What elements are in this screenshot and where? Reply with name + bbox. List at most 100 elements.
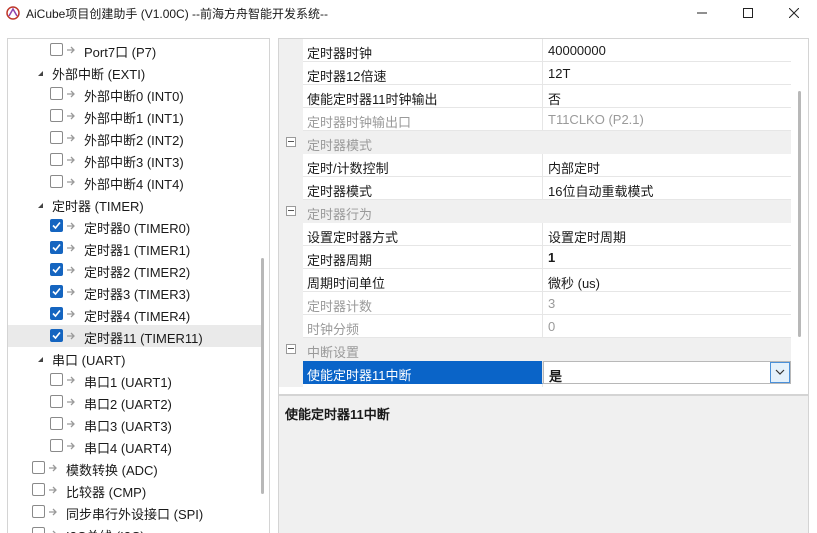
checkbox[interactable]: [50, 153, 63, 166]
property-name[interactable]: 使能定时器11中断: [303, 361, 543, 384]
property-value[interactable]: 0: [543, 315, 791, 338]
checkbox[interactable]: [32, 483, 45, 496]
property-row[interactable]: 定时器计数 3: [279, 292, 791, 315]
grid-scrollbar-thumb[interactable]: [798, 91, 801, 337]
checkbox[interactable]: [32, 461, 45, 474]
property-row[interactable]: 定时器周期 1: [279, 246, 791, 269]
checkbox-checked[interactable]: [50, 285, 63, 298]
property-row[interactable]: 定时/计数控制 内部定时: [279, 154, 791, 177]
tree-item[interactable]: 定时器4 (TIMER4): [8, 303, 261, 325]
property-row[interactable]: 定时器12倍速 12T: [279, 62, 791, 85]
checkbox[interactable]: [32, 527, 45, 533]
property-value[interactable]: 微秒 (us): [543, 269, 791, 292]
property-value[interactable]: 12T: [543, 62, 791, 85]
checkbox[interactable]: [32, 505, 45, 518]
tree-scrollbar[interactable]: [259, 38, 266, 533]
expand-caret-icon[interactable]: [36, 67, 46, 77]
tree-item[interactable]: 定时器0 (TIMER0): [8, 215, 261, 237]
property-value[interactable]: 16位自动重载模式: [543, 177, 791, 200]
tree-item[interactable]: 定时器1 (TIMER1): [8, 237, 261, 259]
tree-item[interactable]: 串口 (UART): [8, 347, 261, 369]
tree-item[interactable]: 模数转换 (ADC): [8, 457, 261, 479]
property-name[interactable]: 定时/计数控制: [303, 154, 543, 177]
checkbox[interactable]: [50, 417, 63, 430]
property-row[interactable]: 使能定时器11时钟输出否: [279, 85, 791, 108]
property-name[interactable]: 定时器12倍速: [303, 62, 543, 85]
property-value-dropdown[interactable]: 是: [543, 361, 791, 384]
checkbox[interactable]: [50, 43, 63, 56]
property-value[interactable]: 否: [543, 85, 791, 108]
property-row[interactable]: 定时器时钟输出口 T11CLKO (P2.1): [279, 108, 791, 131]
property-row[interactable]: 设置定时器方式 设置定时周期: [279, 223, 791, 246]
checkbox-checked[interactable]: [50, 263, 63, 276]
property-category[interactable]: 定时器模式: [279, 131, 791, 154]
property-name[interactable]: 定时器时钟输出口: [303, 108, 543, 131]
tree-item[interactable]: 外部中断2 (INT2): [8, 127, 261, 149]
tree-item[interactable]: 外部中断1 (INT1): [8, 105, 261, 127]
property-row[interactable]: 周期时间单位 微秒 (us): [279, 269, 791, 292]
checkbox[interactable]: [50, 373, 63, 386]
tree-scrollbar-thumb[interactable]: [261, 258, 264, 494]
collapse-icon[interactable]: [286, 344, 296, 354]
tree-item[interactable]: 串口4 (UART4): [8, 435, 261, 457]
property-row[interactable]: 时钟分频 0: [279, 315, 791, 338]
property-name[interactable]: 定时器周期: [303, 246, 543, 269]
tree-item[interactable]: 串口2 (UART2): [8, 391, 261, 413]
property-value[interactable]: 设置定时周期: [543, 223, 791, 246]
checkbox[interactable]: [50, 439, 63, 452]
tree-item[interactable]: 同步串行外设接口 (SPI): [8, 501, 261, 523]
checkbox-checked[interactable]: [50, 241, 63, 254]
property-name[interactable]: 中断优先级: [303, 384, 543, 387]
property-row[interactable]: 中断优先级最低优先级: [279, 384, 791, 387]
property-name[interactable]: 周期时间单位: [303, 269, 543, 292]
collapse-icon[interactable]: [286, 206, 296, 216]
checkbox[interactable]: [50, 175, 63, 188]
expand-caret-icon[interactable]: [36, 353, 46, 363]
dropdown-button[interactable]: [770, 362, 790, 383]
tree-item[interactable]: 外部中断0 (INT0): [8, 83, 261, 105]
checkbox-checked[interactable]: [50, 329, 63, 342]
maximize-button[interactable]: [725, 0, 771, 26]
property-category[interactable]: 定时器行为: [279, 200, 791, 223]
property-grid[interactable]: 定时器时钟 40000000 定时器12倍速 12T 使能定时器11时钟输出否定时器时钟…: [278, 38, 809, 395]
tree-item[interactable]: 外部中断4 (INT4): [8, 171, 261, 193]
property-name[interactable]: 定时器模式: [303, 177, 543, 200]
tree-item[interactable]: 外部中断3 (INT3): [8, 149, 261, 171]
close-button[interactable]: [771, 0, 817, 26]
property-name[interactable]: 时钟分频: [303, 315, 543, 338]
property-category[interactable]: 中断设置: [279, 338, 791, 361]
tree-item[interactable]: 定时器3 (TIMER3): [8, 281, 261, 303]
property-name[interactable]: 设置定时器方式: [303, 223, 543, 246]
minimize-button[interactable]: [679, 0, 725, 26]
tree-item[interactable]: 定时器2 (TIMER2): [8, 259, 261, 281]
property-value[interactable]: T11CLKO (P2.1): [543, 108, 791, 131]
property-name[interactable]: 使能定时器11时钟输出: [303, 85, 543, 108]
tree-item[interactable]: 定时器11 (TIMER11): [8, 325, 261, 347]
checkbox[interactable]: [50, 109, 63, 122]
tree-item[interactable]: 外部中断 (EXTI): [8, 61, 261, 83]
property-row[interactable]: 定时器模式 16位自动重载模式: [279, 177, 791, 200]
tree-item[interactable]: I2C总线 (I2C): [8, 523, 261, 533]
property-value[interactable]: 1: [543, 246, 791, 269]
property-value[interactable]: 3: [543, 292, 791, 315]
property-name[interactable]: 定时器计数: [303, 292, 543, 315]
checkbox[interactable]: [50, 131, 63, 144]
checkbox-checked[interactable]: [50, 307, 63, 320]
tree-item[interactable]: 串口1 (UART1): [8, 369, 261, 391]
tree-item[interactable]: Port7口 (P7): [8, 39, 261, 61]
tree-item[interactable]: 串口3 (UART3): [8, 413, 261, 435]
expand-caret-icon[interactable]: [36, 199, 46, 209]
property-row[interactable]: 定时器时钟 40000000: [279, 39, 791, 62]
property-value[interactable]: 内部定时: [543, 154, 791, 177]
tree-item[interactable]: 定时器 (TIMER): [8, 193, 261, 215]
peripheral-tree[interactable]: Port7口 (P7) 外部中断 (EXTI) 外部中断0 (INT0) 外部中断1 …: [7, 38, 270, 533]
collapse-icon[interactable]: [286, 137, 296, 147]
tree-item[interactable]: 比较器 (CMP): [8, 479, 261, 501]
checkbox-checked[interactable]: [50, 219, 63, 232]
property-value[interactable]: 最低优先级: [543, 384, 791, 387]
checkbox[interactable]: [50, 395, 63, 408]
property-row[interactable]: 使能定时器11中断是: [279, 361, 791, 384]
checkbox[interactable]: [50, 87, 63, 100]
property-name[interactable]: 定时器时钟: [303, 39, 543, 62]
property-value[interactable]: 40000000: [543, 39, 791, 62]
